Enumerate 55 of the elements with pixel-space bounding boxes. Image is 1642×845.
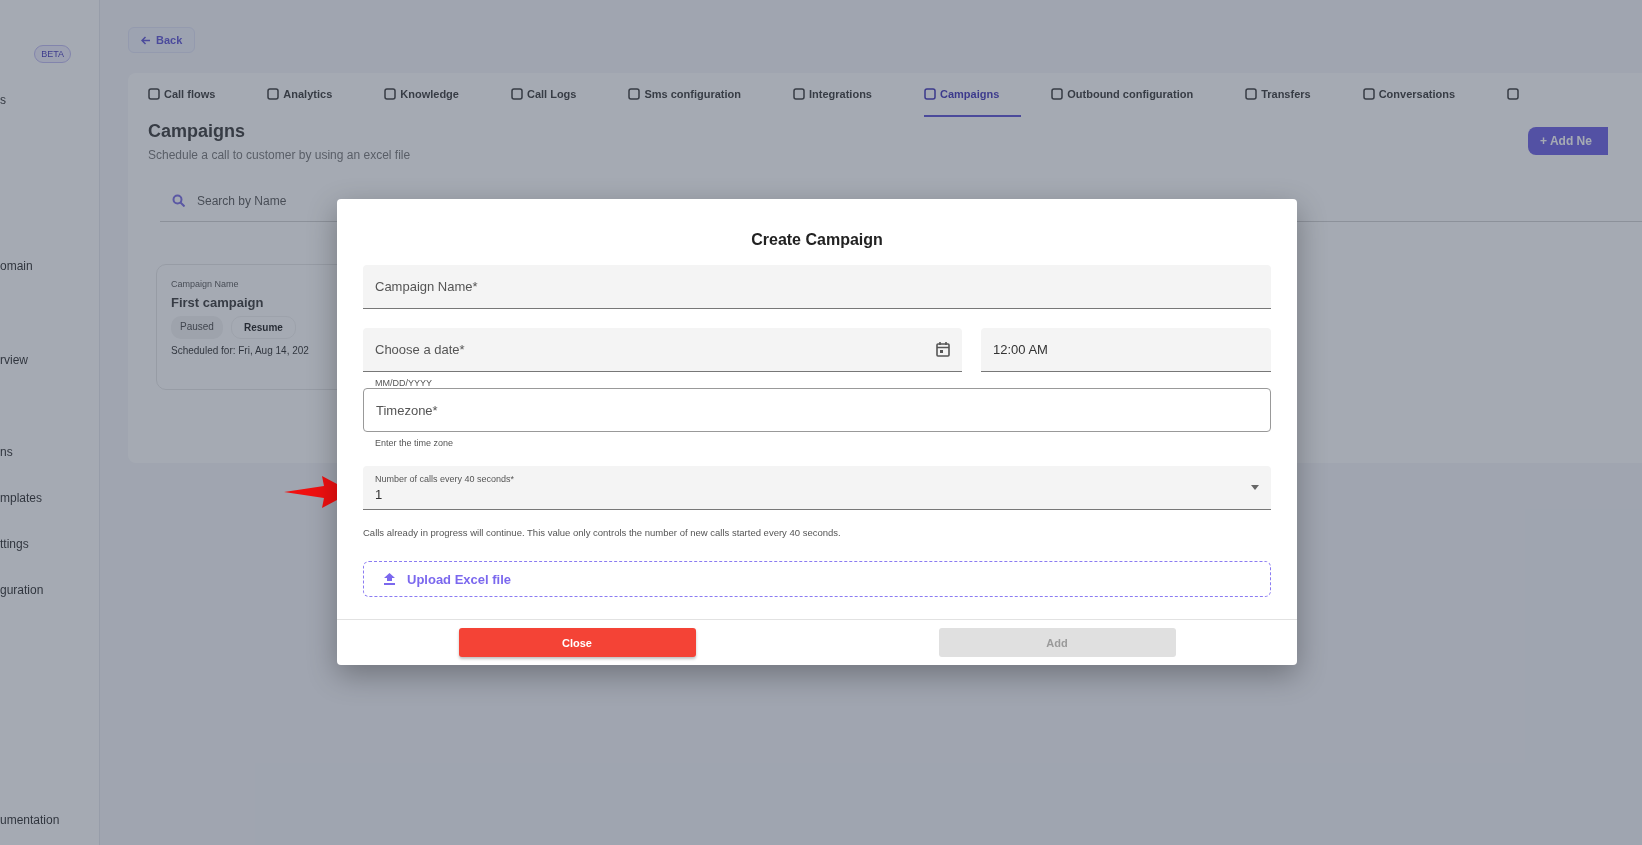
tab[interactable]: Call flows [148, 73, 238, 117]
helper-text: Enter the time zone [375, 438, 455, 448]
campaign-name: First campaign [171, 295, 265, 310]
tab-icon [510, 88, 523, 100]
sidebar-item[interactable]: guration [0, 583, 99, 597]
calendar-icon [936, 342, 950, 357]
timezone-field[interactable]: Timezone* [363, 388, 1271, 432]
sidebar-item[interactable]: umentation [0, 813, 99, 827]
tab-icon [267, 88, 280, 100]
schedule-text: Scheduled for: Fri, Aug 14, 202 [171, 345, 309, 356]
sidebar-item[interactable]: omain [0, 259, 99, 273]
sidebar-item[interactable]: rview [0, 353, 99, 367]
status-chip: Paused [171, 316, 223, 339]
date-field[interactable]: Choose a date* [363, 328, 962, 372]
helper-text: MM/DD/YYYY [375, 378, 433, 388]
sidebar-item[interactable]: ttings [0, 537, 99, 551]
upload-button[interactable]: Upload Excel file [363, 561, 1271, 597]
tab[interactable]: Sms configuration [628, 73, 763, 117]
tab-icon [923, 88, 936, 100]
beta-badge: BETA [34, 45, 71, 63]
back-button[interactable]: Back [128, 27, 196, 53]
calls-select[interactable]: Number of calls every 40 seconds* 1 [363, 466, 1271, 510]
sidebar-item[interactable]: s [0, 93, 99, 107]
page-subtitle: Schedule a call to customer by using an excel file [148, 148, 411, 162]
tab-icon [384, 88, 397, 100]
caret-icon [1251, 485, 1259, 490]
tab[interactable]: Analytics [267, 73, 355, 117]
tab[interactable]: Integrations [793, 73, 894, 117]
card-caption: Campaign Name [171, 279, 239, 289]
upload-icon [384, 573, 395, 585]
sidebar-item[interactable]: ns [0, 445, 99, 459]
helper-text: Calls already in progress will continue. This value only controls the number of new calls started every 40 seconds. [363, 527, 842, 538]
tab[interactable]: Campaigns [923, 73, 1022, 117]
tab[interactable]: Knowledge [384, 73, 481, 117]
add-button[interactable]: + Add Ne [1528, 127, 1608, 155]
tab[interactable]: Call Logs [510, 73, 599, 117]
tab-icon [1245, 88, 1258, 100]
tab[interactable]: Outbound configuration [1051, 73, 1216, 117]
tab[interactable]: Transfers [1245, 73, 1333, 117]
arrow-left-icon [141, 35, 150, 45]
tab-icon [628, 88, 641, 100]
dialog-title: Create Campaign [751, 231, 883, 249]
tab-icon [1362, 88, 1375, 100]
time-field[interactable]: 12:00 AM [981, 328, 1271, 372]
tab[interactable]: Conversations [1362, 73, 1478, 117]
tab-icon [148, 88, 160, 100]
close-button[interactable]: Close [458, 628, 696, 657]
sidebar-item[interactable]: mplates [0, 491, 99, 505]
tab-icon [1507, 88, 1520, 100]
page-title: Campaigns [148, 121, 247, 142]
tab-icon [793, 88, 805, 100]
resume-button[interactable]: Resume [230, 316, 296, 339]
tab-icon [1051, 88, 1064, 100]
search-icon [172, 194, 185, 207]
campaign-name-field[interactable]: Campaign Name* [363, 265, 1271, 309]
